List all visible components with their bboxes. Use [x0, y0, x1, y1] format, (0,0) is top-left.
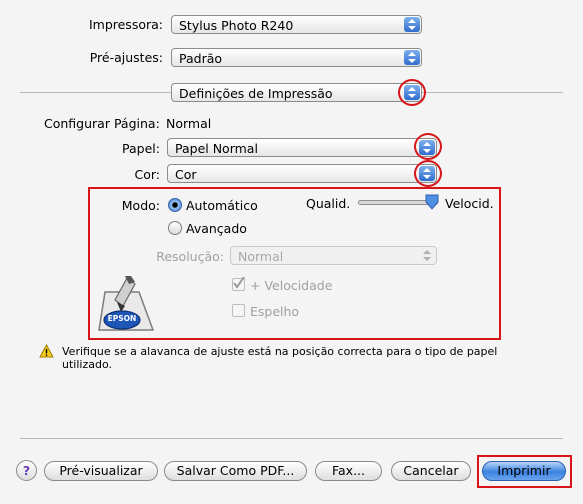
cancel-button[interactable]: Cancelar — [391, 461, 471, 481]
popup-arrows-icon — [419, 248, 435, 263]
presets-value: Padrão — [179, 51, 223, 66]
mirror-checkbox[interactable] — [232, 304, 245, 317]
presets-popup[interactable]: Padrão — [171, 48, 422, 67]
resolution-popup[interactable]: Normal — [230, 246, 437, 265]
slider-thumb-icon[interactable] — [425, 194, 439, 213]
mode-label: Modo: — [121, 198, 160, 213]
epson-printer-logo-icon — [95, 272, 155, 337]
page-setup-value: Normal — [166, 116, 212, 131]
annotation-box-print — [477, 455, 572, 488]
high-speed-label: + Velocidade — [250, 278, 333, 293]
separator-bottom — [20, 438, 563, 439]
warning-text: Verifique se a alavanca de ajuste está n… — [62, 345, 498, 371]
radio-automatic[interactable] — [168, 198, 182, 212]
popup-arrows-icon — [404, 17, 420, 32]
epson-logo-text: EPSON — [107, 314, 137, 323]
radio-advanced-label: Avançado — [186, 221, 247, 236]
slider-speed-label: Velocid. — [445, 196, 494, 211]
preview-button[interactable]: Pré-visualizar — [44, 461, 158, 481]
radio-advanced[interactable] — [168, 221, 182, 235]
radio-automatic-label: Automático — [186, 198, 258, 213]
page-setup-label: Configurar Página: — [44, 116, 160, 131]
color-label: Cor: — [134, 167, 160, 182]
color-popup[interactable]: Cor — [167, 164, 437, 183]
paper-popup[interactable]: Papel Normal — [167, 138, 437, 157]
annotation-circle — [414, 160, 442, 187]
fax-button[interactable]: Fax... — [315, 461, 382, 481]
resolution-value: Normal — [238, 249, 284, 264]
help-button[interactable]: ? — [16, 460, 37, 481]
section-popup-value: Definições de Impressão — [179, 86, 333, 101]
slider-quality-label: Qualid. — [306, 196, 351, 211]
color-value: Cor — [175, 167, 197, 182]
annotation-circle — [414, 133, 442, 160]
section-popup[interactable]: Definições de Impressão — [171, 83, 422, 102]
printer-label: Impressora: — [88, 17, 163, 32]
printer-value: Stylus Photo R240 — [179, 18, 294, 33]
presets-label: Pré-ajustes: — [89, 50, 163, 65]
printer-popup[interactable]: Stylus Photo R240 — [171, 15, 422, 34]
high-speed-checkbox[interactable] — [232, 276, 245, 291]
resolution-label: Resolução: — [156, 249, 224, 264]
annotation-circle — [398, 79, 426, 106]
popup-arrows-icon — [404, 50, 420, 65]
mirror-label: Espelho — [250, 304, 300, 319]
paper-value: Papel Normal — [175, 141, 258, 156]
print-dialog: Impressora: Stylus Photo R240 Pré-ajuste… — [0, 0, 583, 504]
paper-label: Papel: — [122, 141, 160, 156]
save-as-pdf-button[interactable]: Salvar Como PDF... — [164, 461, 307, 481]
warning-icon — [39, 343, 54, 361]
